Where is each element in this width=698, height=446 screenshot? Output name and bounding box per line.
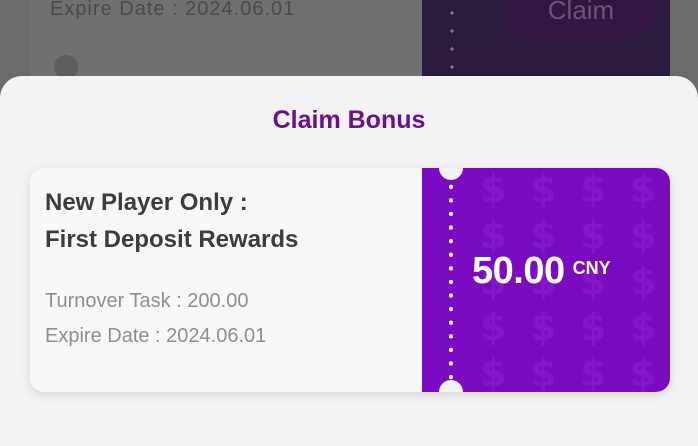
coupon-amount-stub: $ 50.00CNY — [422, 168, 670, 392]
coupon-meta: Turnover Task : 200.00 Expire Date : 202… — [45, 284, 266, 354]
currency-code: CNY — [572, 258, 611, 278]
coupon-details: New Player Only : First Deposit Rewards … — [30, 168, 422, 392]
perforation-line — [448, 180, 454, 380]
bonus-coupon[interactable]: New Player Only : First Deposit Rewards … — [30, 168, 670, 392]
amount-value: 50.00 — [472, 250, 565, 292]
background-expire-date: Expire Date : 2024.06.01 — [50, 0, 296, 20]
coupon-heading-line-1: New Player Only : — [45, 189, 248, 216]
coupon-heading: New Player Only : First Deposit Rewards — [45, 184, 415, 258]
claim-bonus-sheet: Claim Bonus New Player Only : First Depo… — [0, 76, 698, 446]
expire-date: Expire Date : 2024.06.01 — [45, 325, 267, 347]
background-claim-button: Claim — [506, 0, 656, 38]
sheet-title: Claim Bonus — [272, 106, 426, 134]
coupon-heading-line-2: First Deposit Rewards — [45, 226, 299, 253]
bonus-amount: 50.00 CNY — [472, 250, 611, 293]
turnover-task: Turnover Task : 200.00 — [45, 290, 249, 312]
